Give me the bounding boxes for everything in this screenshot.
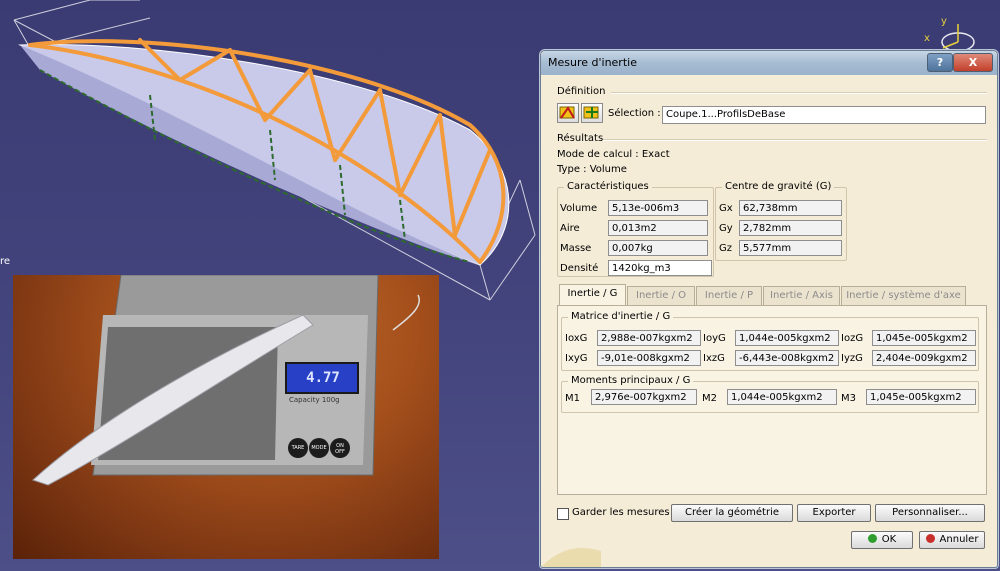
ixzg-field[interactable]: -6,443e-008kgxm2 [735,350,839,366]
results-separator [603,139,987,141]
ioyg-field[interactable]: 1,044e-005kgxm2 [735,330,839,346]
scale-display-reading: 4.77 [306,370,340,386]
ixyg-label: IxyG [565,353,588,364]
gz-label: Gz [719,243,732,254]
inertia-matrix-title: Matrice d'inertie / G [568,311,674,322]
area-label: Aire [560,223,580,234]
iyzg-label: IyzG [841,353,863,364]
scale-capacity-text: Capacity 100g [289,396,340,404]
ok-button[interactable]: OK [851,531,913,549]
gy-label: Gy [719,223,733,234]
m1-field[interactable]: 2,976e-007kgxm2 [591,389,697,405]
scale-mode-button: MODE [311,445,327,451]
keep-measures-checkbox[interactable] [557,508,569,520]
m1-label: M1 [565,393,580,404]
selection-label: Sélection : [608,108,661,119]
ok-label: OK [881,534,897,545]
density-label: Densité [560,263,599,274]
gx-label: Gx [719,203,733,214]
definition-separator [611,92,987,94]
area-field[interactable]: 0,013m2 [608,220,708,236]
results-label: Résultats [557,133,604,144]
m2-field[interactable]: 1,044e-005kgxm2 [727,389,837,405]
scale-tare-button: TARE [291,445,305,451]
characteristics-title: Caractéristiques [564,181,652,192]
keep-measures-label: Garder les mesures [572,507,670,518]
measure-item-icon[interactable] [557,103,579,123]
ioyg-label: IoyG [703,333,726,344]
volume-field[interactable]: 5,13e-006m3 [608,200,708,216]
cancel-label: Annuler [939,534,979,545]
iyzg-field[interactable]: 2,404e-009kgxm2 [872,350,976,366]
center-of-gravity-title: Centre de gravité (G) [722,181,835,192]
dialog-title: Mesure d'inertie [548,56,637,69]
tab-inertia-p[interactable]: Inertie / P [696,286,762,306]
scale-onoff-button: ON OFF [335,443,345,455]
tab-inertia-axis[interactable]: Inertie / Axis [763,286,840,306]
viewport-side-text: re [0,256,11,267]
tab-inertia-g[interactable]: Inertie / G [559,284,626,306]
ixyg-field[interactable]: -9,01e-008kgxm2 [597,350,701,366]
ioxg-field[interactable]: 2,988e-007kgxm2 [597,330,701,346]
cancel-button[interactable]: Annuler [919,531,985,549]
axis-x-label: x [924,33,930,44]
m2-label: M2 [702,393,717,404]
measure-inertia-icon[interactable] [581,103,603,123]
tab-inertia-axis-system[interactable]: Inertie / système d'axe [841,286,966,306]
calc-mode-text: Mode de calcul : Exact [557,149,670,160]
tab-inertia-o[interactable]: Inertie / O [627,286,695,306]
ioxg-label: IoxG [565,333,588,344]
inertia-dialog: Mesure d'inertie ? X Définition Sélectio… [540,50,998,568]
mass-label: Masse [560,243,592,254]
scale-illustration [32,275,420,486]
principal-moments-title: Moments principaux / G [568,375,694,386]
ixzg-label: IxzG [703,353,725,364]
density-field[interactable]: 1420kg_m3 [608,260,712,276]
scale-photo: 4.77 Capacity 100g TARE MODE ON OFF [13,275,439,559]
volume-label: Volume [560,203,598,214]
type-text: Type : Volume [557,164,627,175]
dialog-titlebar[interactable]: Mesure d'inertie ? X [541,51,997,75]
iozg-field[interactable]: 1,045e-005kgxm2 [872,330,976,346]
create-geometry-button[interactable]: Créer la géométrie [671,504,793,522]
dialog-corner-decoration [541,548,601,567]
customize-button[interactable]: Personnaliser... [875,504,985,522]
mass-field[interactable]: 0,007kg [608,240,708,256]
selection-field[interactable]: Coupe.1...ProfilsDeBase [662,106,986,124]
close-button[interactable]: X [953,53,993,72]
m3-field[interactable]: 1,045e-005kgxm2 [866,389,976,405]
axis-y-label: y [941,16,947,27]
gy-field[interactable]: 2,782mm [739,220,842,236]
gz-field[interactable]: 5,577mm [739,240,842,256]
ok-icon [867,534,877,543]
definition-label: Définition [557,86,606,97]
cancel-icon [925,534,935,543]
help-button[interactable]: ? [927,53,953,72]
iozg-label: IozG [841,333,864,344]
gx-field[interactable]: 62,738mm [739,200,842,216]
export-button[interactable]: Exporter [797,504,871,522]
m3-label: M3 [841,393,856,404]
